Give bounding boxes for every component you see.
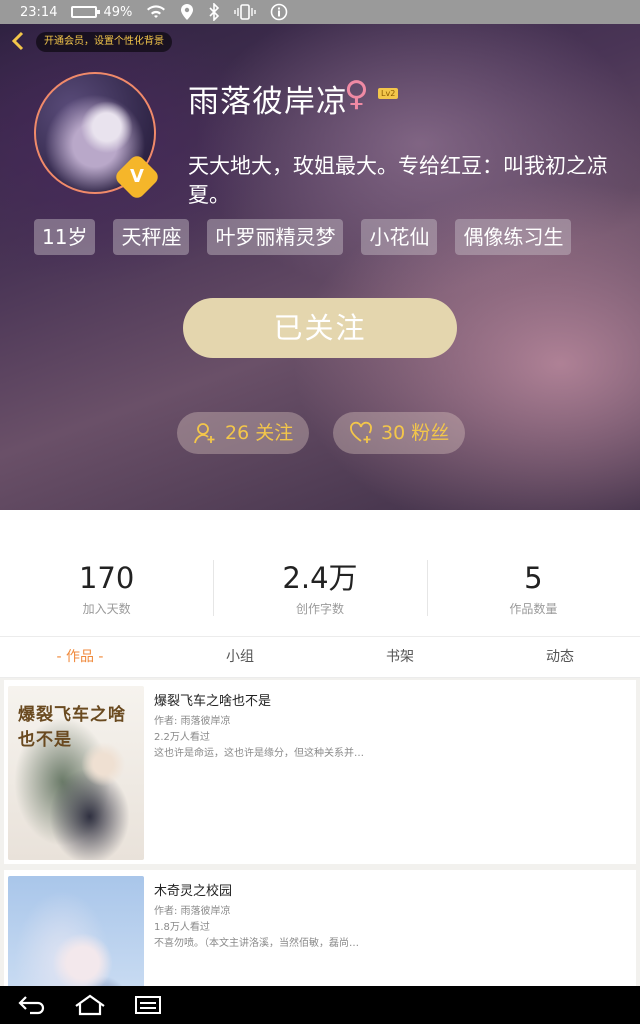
user-stats: 170 加入天数 2.4万 创作字数 5 作品数量 xyxy=(0,560,640,622)
vip-background-tip[interactable]: 开通会员，设置个性化背景 xyxy=(36,32,172,52)
home-icon xyxy=(75,994,105,1016)
list-item[interactable]: 木奇灵之校园 作者: 雨落彼岸凉 1.8万人看过 不喜勿喷。（本文主讲洛溪，当然… xyxy=(4,870,636,986)
tag-interest[interactable]: 偶像练习生 xyxy=(455,219,572,255)
stat-value: 5 xyxy=(524,561,543,595)
book-cover[interactable]: 爆裂飞车之啥也不是 xyxy=(8,686,144,860)
follow-button[interactable]: 已关注 xyxy=(183,298,457,358)
info-icon xyxy=(270,3,288,21)
stat-value: 2.4万 xyxy=(282,561,358,595)
vibrate-icon xyxy=(234,4,257,20)
battery-icon xyxy=(71,6,101,18)
heart-plus-icon xyxy=(350,421,372,443)
work-description: 这也许是命运，这也许是缘分，但这种关系并… xyxy=(154,748,364,759)
level-badge: Lv2 xyxy=(378,88,399,99)
user-bio: 天大地大，玫姐最大。专给红豆：叫我初之凉夏。 xyxy=(188,154,608,207)
nav-back-button[interactable] xyxy=(14,991,50,1019)
tab-activity[interactable]: 动态 xyxy=(480,637,640,677)
stat-works-count: 5 作品数量 xyxy=(426,560,640,622)
cover-title: 爆裂飞车之啥也不是 xyxy=(18,705,126,750)
profile-tabs: - 作品 - 小组 书架 动态 xyxy=(0,636,640,678)
stat-label: 加入天数 xyxy=(82,602,131,616)
work-author: 作者: 雨落彼岸凉 xyxy=(154,906,231,917)
work-author: 作者: 雨落彼岸凉 xyxy=(154,716,231,727)
stat-word-count: 2.4万 创作字数 xyxy=(213,560,426,622)
works-list: 爆裂飞车之啥也不是 爆裂飞车之啥也不是 作者: 雨落彼岸凉 2.2万人看过 这也… xyxy=(0,678,640,986)
work-views: 1.8万人看过 xyxy=(154,922,210,933)
female-gender-icon: ♀ xyxy=(344,74,369,114)
stat-label: 创作字数 xyxy=(295,602,344,616)
username: 雨落彼岸凉 xyxy=(188,84,348,120)
work-description: 不喜勿喷。（本文主讲洛溪，当然佰敏，磊尚… xyxy=(154,938,359,949)
back-icon xyxy=(18,996,45,1015)
clock: 23:14 xyxy=(20,4,58,20)
fans-count: 30 粉丝 xyxy=(381,422,450,444)
stat-label: 作品数量 xyxy=(509,602,558,616)
wifi-icon xyxy=(146,4,166,20)
tag-list: 11岁 天秤座 叶罗丽精灵梦 小花仙 偶像练习生 xyxy=(34,219,589,255)
tab-works[interactable]: - 作品 - xyxy=(0,637,160,677)
work-title[interactable]: 木奇灵之校园 xyxy=(154,880,232,899)
add-user-icon xyxy=(194,423,215,444)
tag-interest[interactable]: 叶罗丽精灵梦 xyxy=(207,219,344,255)
tag-age[interactable]: 11岁 xyxy=(34,219,96,255)
tab-groups[interactable]: 小组 xyxy=(160,637,320,677)
following-button[interactable]: 26 关注 xyxy=(177,412,310,454)
following-count: 26 关注 xyxy=(225,422,294,444)
chevron-left-icon xyxy=(11,31,24,51)
tag-interest[interactable]: 小花仙 xyxy=(361,219,438,255)
location-icon xyxy=(180,3,194,21)
fans-button[interactable]: 30 粉丝 xyxy=(333,412,466,454)
battery-indicator: 49% xyxy=(71,5,132,20)
stat-value: 170 xyxy=(78,561,135,595)
profile-header: 开通会员，设置个性化背景 V 雨落彼岸凉 ♀ Lv2 天大地大，玫姐最大。专给红… xyxy=(0,24,640,510)
list-item[interactable]: 爆裂飞车之啥也不是 爆裂飞车之啥也不是 作者: 雨落彼岸凉 2.2万人看过 这也… xyxy=(4,680,636,864)
bluetooth-icon xyxy=(208,3,220,21)
nav-recent-button[interactable] xyxy=(130,991,166,1019)
status-bar: 23:14 49% xyxy=(0,0,640,24)
back-button[interactable] xyxy=(8,30,30,52)
work-title[interactable]: 爆裂飞车之啥也不是 xyxy=(154,690,271,709)
battery-percent: 49% xyxy=(103,4,133,20)
system-nav-bar xyxy=(0,986,640,1024)
stat-days-joined: 170 加入天数 xyxy=(0,560,213,622)
nav-home-button[interactable] xyxy=(72,991,108,1019)
book-cover[interactable] xyxy=(8,876,144,986)
tab-bookshelf[interactable]: 书架 xyxy=(320,637,480,677)
verified-badge-label: V xyxy=(130,166,144,187)
work-views: 2.2万人看过 xyxy=(154,732,210,743)
recent-apps-icon xyxy=(135,996,161,1014)
tag-zodiac[interactable]: 天秤座 xyxy=(113,219,190,255)
